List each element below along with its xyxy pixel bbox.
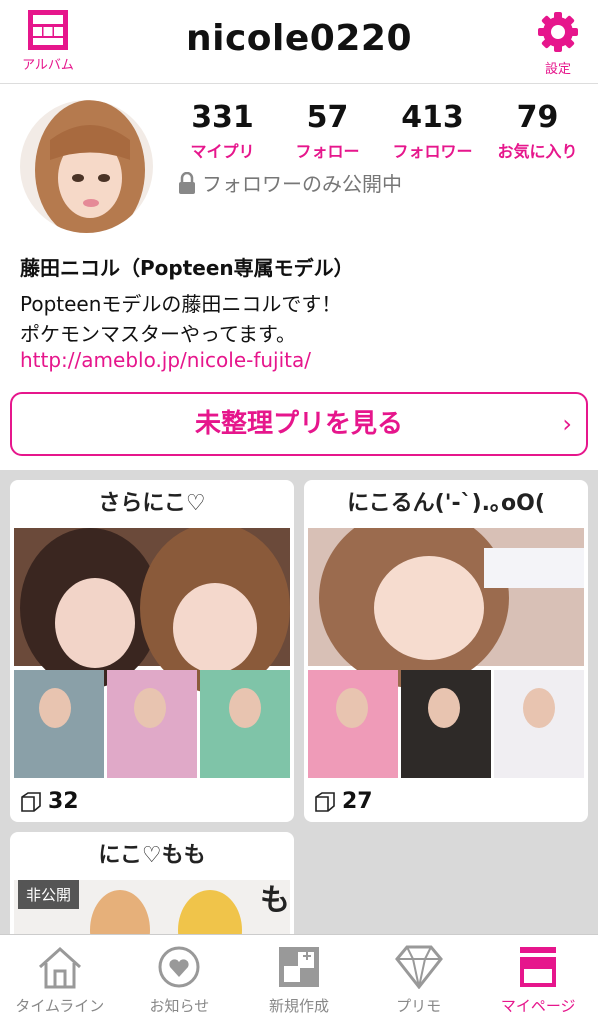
album-title: さらにこ♡ <box>98 491 206 516</box>
chevron-right-icon: › <box>562 410 572 438</box>
nav-label: お知らせ <box>149 997 210 1015</box>
new-grid-icon <box>278 947 319 987</box>
svg-text:も: も <box>260 883 290 918</box>
stat-favorites[interactable]: 79 お気に入り <box>485 100 590 162</box>
privacy-status: フォロワーのみ公開中 <box>178 168 402 197</box>
bottom-nav: タイムライン お知らせ 新規作成 プリモ マイページ <box>0 934 598 1024</box>
stat-value: 57 <box>306 100 349 135</box>
album-photo <box>308 528 584 778</box>
heart-bubble-icon <box>158 946 200 988</box>
album-title: にこるん('-`).｡oO( <box>347 491 545 516</box>
stat-value: 79 <box>516 100 559 135</box>
stat-label: フォロー <box>295 142 360 161</box>
profile-stats: 331 マイプリ 57 フォロー 413 フォロワー 79 お気に入り <box>170 100 590 162</box>
mypage-icon <box>520 947 557 987</box>
stat-label: マイプリ <box>190 142 255 161</box>
nav-primo[interactable]: プリモ <box>359 935 479 1024</box>
unsorted-label: 未整理プリを見る <box>194 409 403 439</box>
nav-label: 新規作成 <box>268 997 329 1015</box>
unsorted-puri-button[interactable]: 未整理プリを見る › <box>10 392 588 456</box>
album-card[interactable]: さらにこ♡ 32 <box>10 480 294 822</box>
private-badge: 非公開 <box>18 880 80 909</box>
settings-label: 設定 <box>544 62 571 77</box>
avatar[interactable] <box>20 100 153 233</box>
app-header: アルバム nicole0220 設定 <box>0 0 598 84</box>
stat-label: お気に入り <box>497 142 578 161</box>
stat-value: 413 <box>401 100 464 135</box>
stat-label: フォロワー <box>392 142 473 161</box>
gear-icon <box>538 12 578 52</box>
bio-line-1: Popteenモデルの藤田ニコルです！ <box>20 292 342 316</box>
album-gallery: さらにこ♡ 32 にこるん('-`).｡oO(27 にこ♡もも も 非公開 <box>0 470 598 934</box>
stat-mypuri[interactable]: 331 マイプリ <box>170 100 275 162</box>
album-photo <box>14 528 290 778</box>
album-title: にこ♡もも <box>98 843 206 868</box>
profile-link[interactable]: http://ameblo.jp/nicole-fujita/ <box>20 348 311 372</box>
bio-line-2: ポケモンマスターやってます。 <box>20 322 296 346</box>
settings-button[interactable]: 設定 <box>518 10 598 77</box>
nav-mypage[interactable]: マイページ <box>478 935 598 1024</box>
stat-follow[interactable]: 57 フォロー <box>275 100 380 162</box>
album-card[interactable]: にこるん('-`).｡oO( 27 <box>304 480 588 822</box>
nav-label: マイページ <box>500 997 576 1015</box>
photo-count: 32 <box>20 789 79 814</box>
nav-label: タイムライン <box>15 997 105 1015</box>
stat-value: 331 <box>191 100 254 135</box>
house-icon <box>38 946 81 989</box>
album-label: アルバム <box>22 58 74 73</box>
count-value: 32 <box>48 789 79 814</box>
privacy-text: フォロワーのみ公開中 <box>202 172 402 196</box>
profile-name: 藤田ニコル（Popteen専属モデル） <box>20 256 354 280</box>
photo-count: 27 <box>314 789 373 814</box>
diamond-icon <box>394 945 443 989</box>
page-title: nicole0220 <box>186 18 412 59</box>
nav-label: プリモ <box>396 997 442 1015</box>
stat-followers[interactable]: 413 フォロワー <box>380 100 485 162</box>
count-value: 27 <box>342 789 373 814</box>
nav-new[interactable]: 新規作成 <box>239 935 359 1024</box>
nav-timeline[interactable]: タイムライン <box>0 935 120 1024</box>
folder-icon <box>315 791 335 812</box>
lock-icon <box>179 171 195 194</box>
nav-notifications[interactable]: お知らせ <box>120 935 240 1024</box>
folder-icon <box>21 791 41 812</box>
